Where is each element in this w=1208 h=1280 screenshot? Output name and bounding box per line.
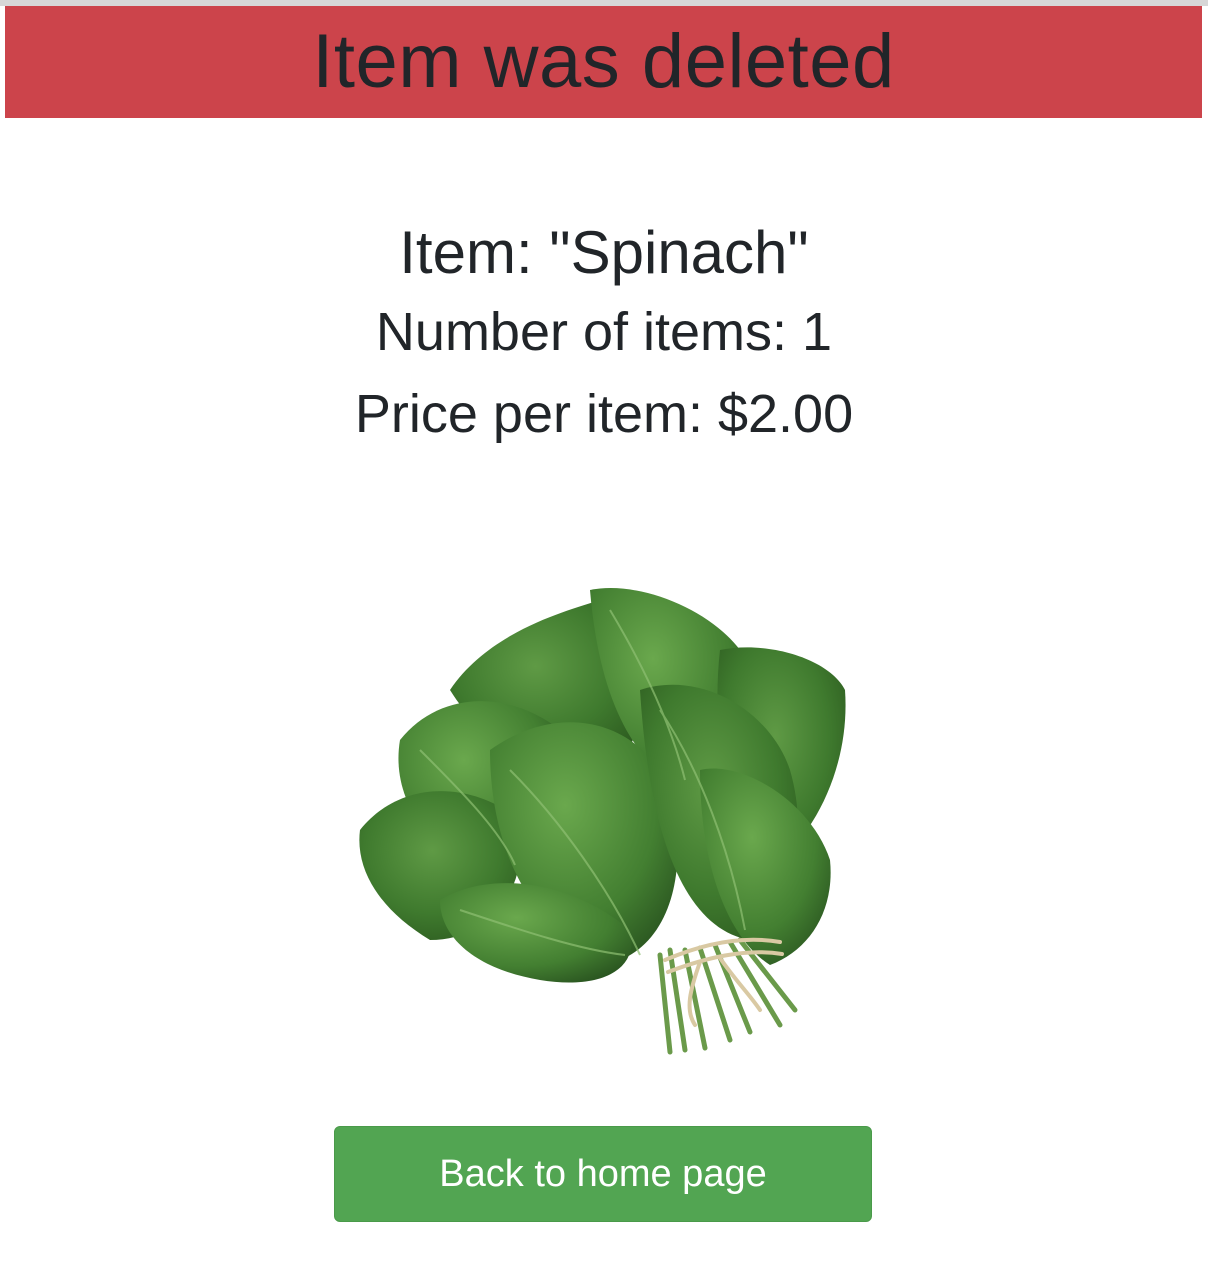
deleted-alert-banner: Item was deleted — [5, 6, 1202, 118]
alert-message: Item was deleted — [312, 19, 895, 104]
spinach-image — [340, 570, 860, 1070]
item-details: Item: "Spinach" Number of items: 1 Price… — [0, 215, 1208, 455]
item-count: Number of items: 1 — [375, 302, 833, 362]
item-name: Item: "Spinach" — [399, 219, 809, 286]
back-to-home-button[interactable]: Back to home page — [334, 1126, 872, 1222]
item-price: Price per item: $2.00 — [354, 384, 854, 444]
spinach-bunch-icon — [359, 588, 846, 1055]
